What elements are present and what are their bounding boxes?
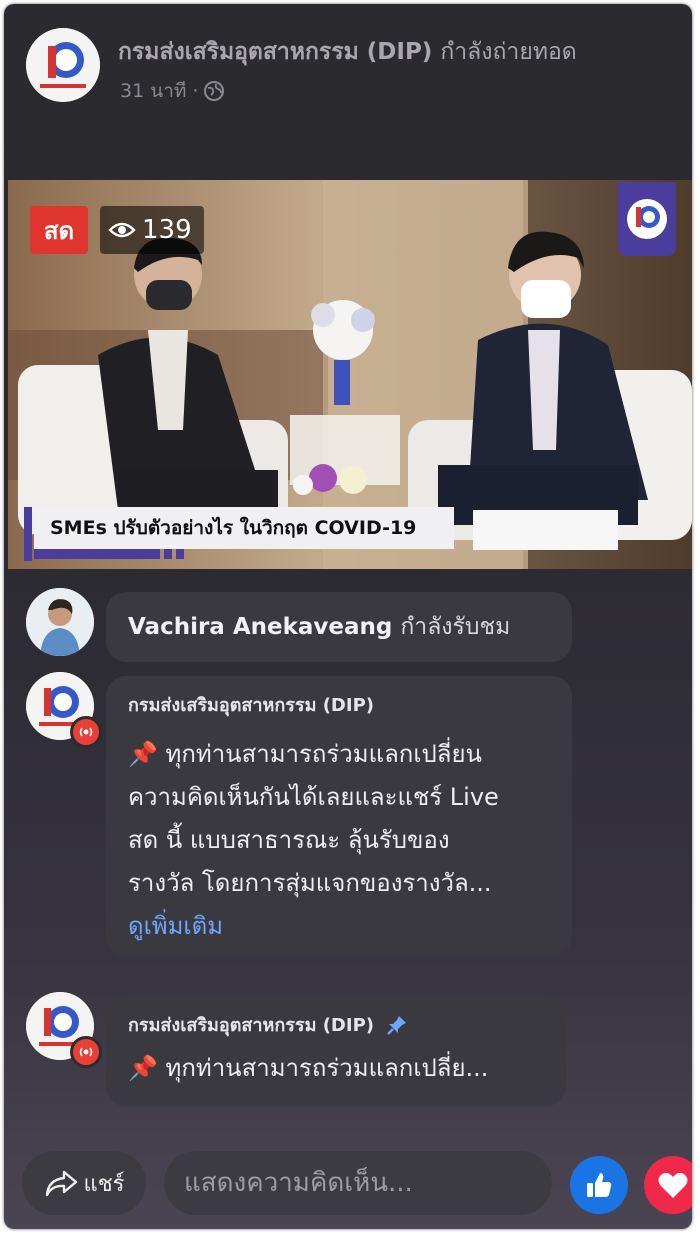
meta-separator: · bbox=[192, 80, 199, 102]
page-title[interactable]: กรมส่งเสริมอุตสาหกรรม (DIP) กำลังถ่ายทอด bbox=[118, 34, 688, 70]
comment-body: ทุกท่านสามารถร่วมแลกเปลี่ยน ความคิดเห็นก… bbox=[128, 740, 499, 897]
viewer-action: กำลังรับชม bbox=[400, 614, 511, 640]
see-more-link[interactable]: ดูเพิ่มเติม bbox=[128, 905, 550, 948]
pin-icon bbox=[387, 1015, 406, 1035]
thumbs-up-icon bbox=[587, 1173, 612, 1197]
viewer-count-badge: 139 bbox=[100, 206, 204, 254]
page-name[interactable]: กรมส่งเสริมอุตสาหกรรม (DIP) bbox=[118, 39, 432, 65]
post-meta: 31 นาที · bbox=[120, 76, 225, 106]
share-button[interactable]: แชร์ bbox=[22, 1151, 146, 1215]
pinned-comment-bubble: กรมส่งเสริมอุตสาหกรรม (DIP) 📌 ทุกท่านสาม… bbox=[106, 996, 566, 1106]
like-button[interactable] bbox=[570, 1156, 628, 1214]
pin-emoji: 📌 bbox=[128, 740, 158, 768]
comment-body: ทุกท่านสามารถร่วมแลกเปลี่ย... bbox=[157, 1054, 489, 1082]
lower-third-accent bbox=[24, 507, 32, 561]
comment-text: 📌 ทุกท่านสามารถร่วมแลกเปลี่ยน ความคิดเห็… bbox=[128, 733, 550, 905]
live-status-text: กำลังถ่ายทอด bbox=[440, 39, 577, 65]
viewer-avatar[interactable] bbox=[26, 588, 94, 656]
live-broadcast-icon bbox=[70, 716, 102, 748]
viewer-joined-notice: Vachira Anekaveang กำลังรับชม bbox=[106, 592, 572, 662]
heart-icon bbox=[658, 1172, 688, 1198]
eye-icon bbox=[108, 222, 136, 238]
lower-third-strip bbox=[176, 549, 184, 559]
lower-third-caption: SMEs ปรับตัวอย่างไร ในวิกฤต COVID-19 bbox=[34, 507, 454, 549]
viewer-name[interactable]: Vachira Anekaveang bbox=[128, 614, 392, 640]
post-time[interactable]: 31 นาที bbox=[120, 76, 186, 106]
globe-icon bbox=[204, 81, 225, 101]
share-arrow-icon bbox=[45, 1170, 77, 1197]
viewer-count: 139 bbox=[142, 215, 192, 245]
live-video-player[interactable]: สด 139 SMEs ปรับตัวอย่างไร ในวิกฤต COVID… bbox=[8, 180, 692, 569]
channel-logo bbox=[618, 182, 676, 256]
live-badge: สด bbox=[30, 206, 88, 254]
page-avatar[interactable] bbox=[26, 28, 100, 102]
share-label: แชร์ bbox=[83, 1171, 125, 1197]
comment-author[interactable]: กรมส่งเสริมอุตสาหกรรม (DIP) bbox=[128, 1010, 374, 1039]
comment-author-row: กรมส่งเสริมอุตสาหกรรม (DIP) bbox=[128, 1010, 544, 1039]
lower-third-strip bbox=[164, 549, 172, 559]
love-button[interactable] bbox=[644, 1156, 692, 1214]
comment-author[interactable]: กรมส่งเสริมอุตสาหกรรม (DIP) bbox=[128, 690, 550, 719]
pin-emoji: 📌 bbox=[128, 1054, 158, 1082]
comment-text: 📌 ทุกท่านสามารถร่วมแลกเปลี่ย... bbox=[128, 1047, 544, 1090]
comment-bubble: กรมส่งเสริมอุตสาหกรรม (DIP) 📌 ทุกท่านสาม… bbox=[106, 676, 572, 956]
live-broadcast-icon bbox=[70, 1036, 102, 1068]
lower-third-strip bbox=[34, 549, 160, 559]
comment-input[interactable] bbox=[164, 1151, 552, 1215]
live-video-screen: กรมส่งเสริมอุตสาหกรรม (DIP) กำลังถ่ายทอด… bbox=[4, 4, 692, 1229]
